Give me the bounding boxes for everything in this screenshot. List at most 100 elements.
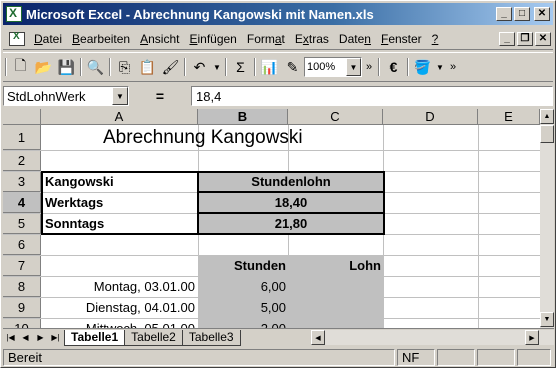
next-sheet-icon[interactable]: ▶ bbox=[33, 330, 48, 345]
column-header-a[interactable]: A bbox=[41, 109, 198, 125]
euro-icon[interactable]: € bbox=[382, 56, 405, 78]
column-header-c[interactable]: C bbox=[288, 109, 383, 125]
drawing-icon[interactable]: ✎ bbox=[281, 56, 304, 78]
vertical-scrollbar[interactable]: ▲ ▼ bbox=[540, 109, 554, 328]
name-box-value: StdLohnWerk bbox=[7, 88, 86, 104]
row-header[interactable]: 7 bbox=[3, 255, 41, 276]
gridline bbox=[3, 150, 540, 151]
cell-a4[interactable]: Werktags bbox=[45, 192, 103, 213]
status-ready: Bereit bbox=[3, 348, 395, 366]
format-painter-icon[interactable]: 🖌 bbox=[159, 56, 182, 78]
copy-icon[interactable]: ⎘ bbox=[113, 56, 136, 78]
row-header[interactable]: 2 bbox=[3, 150, 41, 171]
more-buttons-icon[interactable]: » bbox=[446, 56, 460, 78]
menu-fenster[interactable]: Fenster bbox=[376, 32, 427, 46]
menu-datei[interactable]: Datei bbox=[29, 32, 67, 46]
cell-b10[interactable]: 2,00 bbox=[198, 318, 286, 328]
menu-daten[interactable]: Daten bbox=[334, 32, 376, 46]
cell-b5[interactable]: 21,80 bbox=[198, 213, 384, 234]
doc-minimize-button[interactable]: _ bbox=[499, 31, 515, 46]
cell-a9[interactable]: Dienstag, 04.01.00 bbox=[41, 297, 195, 318]
last-sheet-icon[interactable]: ▶| bbox=[48, 330, 63, 345]
open-folder-icon[interactable]: 📂 bbox=[32, 56, 55, 78]
paste-icon[interactable]: 📋 bbox=[136, 56, 159, 78]
first-sheet-icon[interactable]: |◀ bbox=[3, 330, 18, 345]
cell-a3[interactable]: Kangowski bbox=[45, 171, 114, 192]
prev-sheet-icon[interactable]: ◀ bbox=[18, 330, 33, 345]
sheet-tab-tabelle1[interactable]: Tabelle1 bbox=[64, 329, 126, 346]
status-panel bbox=[477, 348, 515, 366]
row-header[interactable]: 9 bbox=[3, 297, 41, 318]
status-panel bbox=[517, 348, 551, 366]
autosum-icon[interactable]: Σ bbox=[229, 56, 252, 78]
row-header[interactable]: 8 bbox=[3, 276, 41, 297]
workbook-icon[interactable] bbox=[9, 31, 25, 46]
status-bar: Bereit NF bbox=[3, 347, 554, 367]
cell-a10[interactable]: Mittwoch, 05.01.00 bbox=[41, 318, 195, 328]
chart-wizard-icon[interactable]: 📊 bbox=[258, 56, 281, 78]
scroll-right-icon[interactable]: ▶ bbox=[525, 330, 539, 345]
formula-bar: StdLohnWerk ▼ = 18,4 bbox=[3, 85, 553, 107]
column-header-e[interactable]: E bbox=[478, 109, 540, 125]
formula-input[interactable]: 18,4 bbox=[191, 86, 553, 106]
sheet-tabs-bar: |◀ ◀ ▶ ▶| Tabelle1 Tabelle2 Tabelle3 ◀ ▶ bbox=[3, 328, 554, 346]
fill-color-icon[interactable]: 🪣 bbox=[411, 56, 434, 78]
print-preview-icon[interactable]: 🔍 bbox=[84, 56, 107, 78]
excel-app-icon[interactable] bbox=[6, 6, 22, 22]
maximize-button[interactable]: □ bbox=[514, 7, 530, 21]
minimize-button[interactable]: _ bbox=[496, 7, 512, 21]
doc-close-button[interactable]: ✕ bbox=[535, 31, 551, 46]
worksheet-grid[interactable]: A B C D E 1 2 3 4 5 6 7 8 9 10 Abrechnun… bbox=[3, 109, 540, 328]
chevron-down-icon[interactable]: ▼ bbox=[346, 58, 361, 76]
menu-bearbeiten[interactable]: Bearbeiten bbox=[67, 32, 135, 46]
cell-b8[interactable]: 6,00 bbox=[198, 276, 286, 297]
close-button[interactable]: ✕ bbox=[534, 7, 550, 21]
name-box[interactable]: StdLohnWerk ▼ bbox=[3, 86, 129, 106]
sheet-tabs: Tabelle1 Tabelle2 Tabelle3 bbox=[64, 329, 241, 346]
column-header-d[interactable]: D bbox=[383, 109, 478, 125]
cell-b3[interactable]: Stundenlohn bbox=[198, 171, 384, 192]
fill-color-dropdown-icon[interactable]: ▼ bbox=[434, 56, 446, 78]
scroll-up-icon[interactable]: ▲ bbox=[540, 109, 554, 124]
status-panel bbox=[437, 348, 475, 366]
row-header[interactable]: 4 bbox=[3, 192, 41, 213]
equals-sign[interactable]: = bbox=[129, 88, 191, 104]
cell-a8[interactable]: Montag, 03.01.00 bbox=[41, 276, 195, 297]
cell-b7[interactable]: Stunden bbox=[198, 255, 286, 276]
chevron-down-icon[interactable]: ▼ bbox=[112, 87, 128, 105]
title-bar[interactable]: Microsoft Excel - Abrechnung Kangowski m… bbox=[3, 3, 553, 25]
row-header[interactable]: 10 bbox=[3, 318, 41, 328]
undo-icon[interactable]: ↶ bbox=[188, 56, 211, 78]
menu-einfuegen[interactable]: Einfügen bbox=[184, 32, 241, 46]
sheet-tab-tabelle3[interactable]: Tabelle3 bbox=[181, 329, 241, 346]
menu-ansicht[interactable]: Ansicht bbox=[135, 32, 184, 46]
row-header[interactable]: 3 bbox=[3, 171, 41, 192]
row-header[interactable]: 6 bbox=[3, 234, 41, 255]
more-buttons-icon[interactable]: » bbox=[362, 56, 376, 78]
status-nf: NF bbox=[397, 348, 435, 366]
cell-a5[interactable]: Sonntags bbox=[45, 213, 104, 234]
doc-restore-button[interactable]: ❐ bbox=[517, 31, 533, 46]
select-all-corner[interactable] bbox=[3, 109, 41, 125]
horizontal-scrollbar[interactable]: ◀ ▶ bbox=[311, 330, 554, 345]
sheet-title[interactable]: Abrechnung Kangowski bbox=[103, 125, 303, 150]
cell-b4[interactable]: 18,40 bbox=[198, 192, 384, 213]
column-header-b[interactable]: B bbox=[198, 109, 288, 125]
vertical-scroll-thumb[interactable] bbox=[540, 125, 554, 143]
menu-help[interactable]: ? bbox=[427, 32, 444, 46]
row-header[interactable]: 1 bbox=[3, 125, 41, 150]
undo-dropdown-icon[interactable]: ▼ bbox=[211, 56, 223, 78]
sheet-tab-tabelle2[interactable]: Tabelle2 bbox=[124, 329, 183, 346]
menu-format[interactable]: Format bbox=[242, 32, 290, 46]
save-icon[interactable]: 💾 bbox=[55, 56, 78, 78]
excel-window: Microsoft Excel - Abrechnung Kangowski m… bbox=[0, 0, 556, 368]
row-header[interactable]: 5 bbox=[3, 213, 41, 234]
menu-extras[interactable]: Extras bbox=[290, 32, 334, 46]
menu-bar: Datei Bearbeiten Ansicht Einfügen Format… bbox=[3, 28, 553, 50]
scroll-left-icon[interactable]: ◀ bbox=[311, 330, 325, 345]
cell-c7[interactable]: Lohn bbox=[288, 255, 381, 276]
zoom-select[interactable]: 100% ▼ bbox=[304, 57, 362, 77]
cell-b9[interactable]: 5,00 bbox=[198, 297, 286, 318]
scroll-down-icon[interactable]: ▼ bbox=[540, 312, 554, 327]
new-file-icon[interactable]: 🗋 bbox=[9, 56, 32, 78]
